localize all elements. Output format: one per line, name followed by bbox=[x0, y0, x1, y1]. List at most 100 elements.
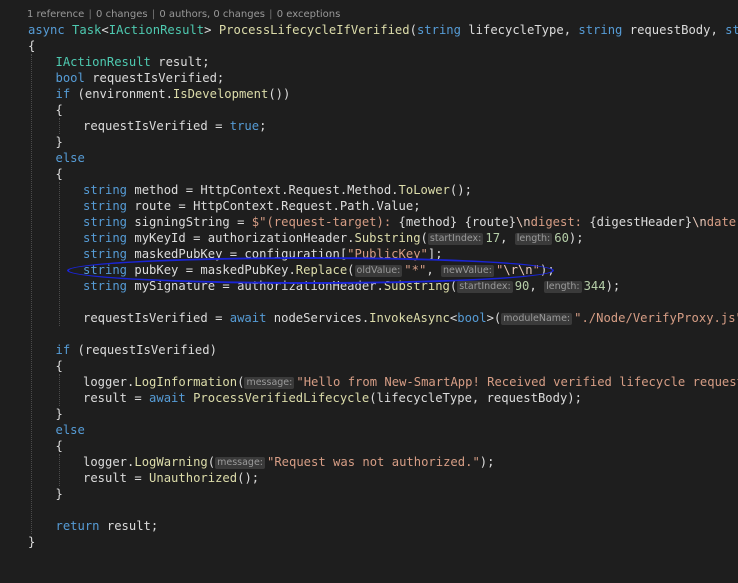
code-token: (lifecycleType, requestBody); bbox=[369, 391, 582, 405]
code-token: >( bbox=[486, 311, 502, 325]
code-token: "./Node/VerifyProxy.js" bbox=[574, 311, 738, 325]
code-token: ( bbox=[237, 375, 245, 389]
code-token: 344 bbox=[583, 279, 606, 293]
code-token: result = bbox=[83, 471, 150, 485]
code-token: {method} bbox=[398, 215, 458, 229]
code-token: bool bbox=[55, 71, 85, 85]
code-token: (environment. bbox=[70, 87, 173, 101]
code-token: requestIsVerified; bbox=[84, 71, 225, 85]
code-line[interactable]: string method = HttpContext.Request.Meth… bbox=[83, 182, 472, 198]
code-line[interactable]: } bbox=[56, 486, 63, 502]
code-token: if bbox=[55, 343, 71, 357]
code-editor[interactable]: 1 reference | 0 changes | 0 authors, 0 c… bbox=[0, 0, 738, 583]
code-token: IActionResult bbox=[55, 55, 151, 69]
indent-guide bbox=[31, 54, 32, 534]
code-line[interactable]: requestIsVerified = await nodeServices.I… bbox=[83, 310, 738, 326]
codelens-references[interactable]: 1 reference bbox=[27, 9, 84, 20]
codelens-separator: | bbox=[85, 9, 96, 20]
parameter-hint: startIndex: bbox=[427, 233, 484, 245]
code-token: ); bbox=[479, 455, 495, 469]
code-line[interactable]: { bbox=[56, 102, 63, 118]
code-token: string bbox=[83, 279, 128, 293]
code-token: } bbox=[55, 407, 63, 421]
code-line[interactable]: result = await ProcessVerifiedLifecycle(… bbox=[83, 390, 582, 406]
code-token: { bbox=[55, 167, 63, 181]
code-line[interactable]: if (requestIsVerified) bbox=[56, 342, 217, 358]
code-token: string bbox=[725, 23, 738, 37]
code-token: logger. bbox=[83, 455, 135, 469]
code-line[interactable]: } bbox=[56, 406, 63, 422]
code-token: lifecycleType, bbox=[460, 23, 579, 37]
code-line[interactable]: requestIsVerified = true; bbox=[83, 118, 266, 134]
code-line[interactable]: IActionResult result; bbox=[56, 54, 210, 70]
code-line[interactable]: logger.LogInformation(message: "Hello fro… bbox=[83, 374, 738, 390]
code-line[interactable]: return result; bbox=[56, 518, 159, 534]
code-token: \n bbox=[515, 215, 531, 229]
code-token: (); bbox=[237, 471, 260, 485]
code-token: true bbox=[229, 119, 260, 133]
code-line[interactable]: logger.LogWarning(message: "Request was n… bbox=[83, 454, 494, 470]
code-line[interactable]: string myKeyId = authorizationHeader.Sub… bbox=[83, 230, 584, 246]
codelens-exceptions[interactable]: 0 exceptions bbox=[277, 9, 341, 20]
code-token: ( bbox=[207, 455, 216, 469]
codelens-changes[interactable]: 0 changes bbox=[96, 9, 148, 20]
code-line[interactable]: } bbox=[28, 534, 35, 550]
code-token: {digestHeader} bbox=[589, 215, 693, 229]
code-token: else bbox=[55, 151, 85, 165]
code-token: Task bbox=[72, 23, 102, 37]
code-token: ( bbox=[420, 231, 428, 245]
code-token: ToLower bbox=[398, 183, 450, 197]
code-token: 90 bbox=[514, 279, 530, 293]
code-token: Unauthorized bbox=[149, 471, 238, 485]
code-token: ( bbox=[409, 23, 417, 37]
code-token: ()) bbox=[268, 87, 291, 101]
code-token: ProcessLifecycleIfVerified bbox=[218, 23, 410, 37]
code-line[interactable]: result = Unauthorized(); bbox=[83, 470, 259, 486]
code-token: ); bbox=[568, 231, 584, 245]
codelens-bar: 1 reference | 0 changes | 0 authors, 0 c… bbox=[27, 9, 340, 23]
code-token: IActionResult bbox=[108, 23, 205, 37]
code-token: (); bbox=[449, 183, 472, 197]
code-line[interactable]: } bbox=[56, 134, 63, 150]
code-token: string bbox=[578, 23, 623, 37]
code-line[interactable]: { bbox=[56, 166, 63, 182]
code-token: ); bbox=[605, 279, 621, 293]
code-line[interactable]: async Task<IActionResult> ProcessLifecyc… bbox=[28, 22, 738, 38]
code-line[interactable]: string signingString = $"(request-target… bbox=[83, 214, 738, 230]
highlight-ellipse-annotation bbox=[67, 257, 554, 284]
code-line[interactable]: else bbox=[56, 150, 85, 166]
code-token: 17 bbox=[485, 231, 501, 245]
code-line[interactable]: { bbox=[56, 358, 63, 374]
code-line[interactable]: if (environment.IsDevelopment()) bbox=[56, 86, 291, 102]
code-token: string bbox=[416, 23, 461, 37]
code-token: "Request was not authorized." bbox=[267, 455, 480, 469]
code-line[interactable]: else bbox=[56, 422, 85, 438]
code-token: date: bbox=[706, 215, 738, 229]
code-token: string bbox=[83, 199, 128, 213]
parameter-hint: message: bbox=[215, 457, 265, 469]
code-line[interactable]: { bbox=[56, 438, 63, 454]
parameter-hint: message: bbox=[244, 377, 295, 389]
code-token: { bbox=[55, 103, 63, 117]
code-line[interactable]: bool requestIsVerified; bbox=[56, 70, 225, 86]
code-token: , bbox=[529, 279, 545, 293]
code-line[interactable]: { bbox=[28, 38, 35, 54]
code-token: } bbox=[28, 535, 36, 549]
code-token: string bbox=[83, 215, 128, 229]
indent-guide bbox=[58, 118, 60, 134]
code-token: { bbox=[28, 39, 36, 53]
code-token: LogWarning bbox=[134, 455, 208, 469]
codelens-authors[interactable]: 0 authors, 0 changes bbox=[159, 9, 265, 20]
code-token: string bbox=[83, 183, 128, 197]
code-token: signingString = bbox=[127, 215, 252, 229]
code-token: logger. bbox=[83, 375, 135, 389]
code-token: IsDevelopment bbox=[172, 87, 269, 101]
codelens-separator: | bbox=[265, 9, 276, 20]
code-line[interactable]: string route = HttpContext.Request.Path.… bbox=[83, 198, 421, 214]
code-token: } bbox=[55, 487, 63, 501]
code-token: \n bbox=[692, 215, 707, 229]
parameter-hint: startIndex: bbox=[457, 281, 513, 293]
code-token: "Hello from New-SmartApp! Received verif… bbox=[296, 375, 738, 389]
